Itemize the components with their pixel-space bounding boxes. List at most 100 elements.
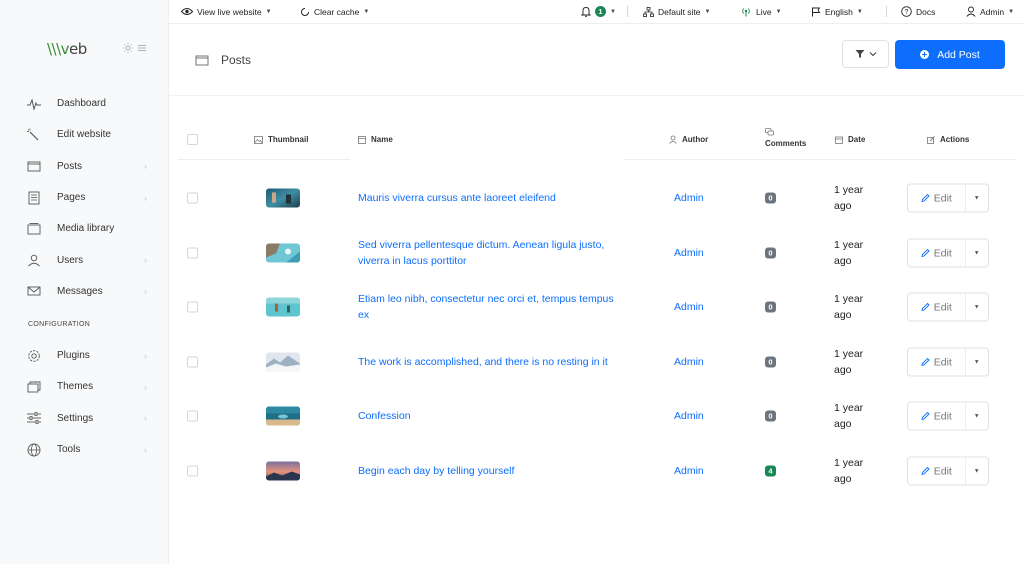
chevron-right-icon: › (144, 255, 147, 266)
layers-icon (27, 380, 41, 394)
sidebar-item-messages[interactable]: Messages › (0, 276, 169, 307)
checkbox[interactable] (187, 134, 198, 145)
sidebar-item-label: Tools (57, 444, 81, 456)
row-checkbox[interactable] (187, 356, 198, 368)
column-comments[interactable]: Comments (765, 128, 806, 148)
config-nav: Plugins › Themes › Settings › Tools › (0, 340, 169, 465)
post-author-link[interactable]: Admin (674, 465, 704, 477)
edit-button[interactable]: Edit (908, 240, 965, 267)
column-label: Comments (765, 139, 807, 148)
edit-dropdown-toggle[interactable]: ▼ (964, 293, 988, 321)
docs-link[interactable]: ? Docs (901, 0, 935, 23)
eye-icon (181, 7, 193, 16)
sidebar-item-pages[interactable]: Pages › (0, 182, 169, 213)
clear-cache-button[interactable]: Clear cache ▼ (300, 0, 369, 23)
column-author[interactable]: Author (669, 135, 708, 144)
chevron-right-icon: › (144, 381, 147, 392)
table-row: Mauris viverra cursus ante laoreet eleif… (178, 171, 1016, 226)
post-title-link[interactable]: The work is accomplished, and there is n… (358, 354, 618, 370)
edit-button[interactable]: Edit (908, 185, 965, 212)
chevron-down-icon (869, 51, 877, 57)
top-bar: View live website ▼ Clear cache ▼ 1 ▼ De… (169, 0, 1024, 24)
post-title-link[interactable]: Begin each day by telling yourself (358, 463, 618, 479)
column-thumbnail: Thumbnail (254, 135, 308, 144)
sidebar-item-plugins[interactable]: Plugins › (0, 340, 169, 371)
sun-icon[interactable] (123, 43, 133, 53)
column-date[interactable]: Date (835, 135, 865, 144)
edit-button[interactable]: Edit (908, 458, 965, 485)
edit-dropdown-toggle[interactable]: ▼ (964, 457, 988, 485)
sidebar-item-dashboard[interactable]: Dashboard (0, 88, 169, 119)
row-checkbox[interactable] (187, 192, 198, 204)
edit-dropdown-toggle[interactable]: ▼ (964, 402, 988, 430)
table-row: The work is accomplished, and there is n… (178, 335, 1016, 390)
post-thumbnail[interactable] (266, 243, 300, 263)
post-thumbnail[interactable] (266, 352, 300, 372)
post-author-link[interactable]: Admin (674, 247, 704, 259)
caret-down-icon: ▼ (973, 468, 980, 475)
post-title-link[interactable]: Mauris viverra cursus ante laoreet eleif… (358, 190, 618, 206)
sidebar-item-label: Edit website (57, 129, 111, 141)
post-thumbnail[interactable] (266, 406, 300, 426)
pencil-icon (921, 412, 930, 421)
edit-button-group: Edit ▼ (907, 401, 989, 431)
caret-down-icon: ▼ (1008, 8, 1015, 15)
edit-dropdown-toggle[interactable]: ▼ (964, 184, 988, 212)
post-title-link[interactable]: Confession (358, 408, 618, 424)
add-post-button[interactable]: Add Post (895, 40, 1005, 69)
post-author-link[interactable]: Admin (674, 301, 704, 313)
image-icon (254, 135, 263, 144)
post-thumbnail[interactable] (266, 461, 300, 481)
pencil-icon (921, 303, 930, 312)
logo[interactable]: \\\veb (47, 40, 87, 58)
view-live-website-button[interactable]: View live website ▼ (181, 0, 272, 23)
sidebar-item-label: Pages (57, 192, 86, 204)
post-date: 1 year ago (834, 239, 864, 268)
chevron-right-icon: › (144, 286, 147, 297)
pencil-icon (921, 249, 930, 258)
sidebar-item-label: Settings (57, 412, 94, 424)
row-checkbox[interactable] (187, 301, 198, 313)
row-checkbox[interactable] (187, 410, 198, 422)
filter-button[interactable] (842, 40, 889, 68)
clear-cache-label: Clear cache (314, 6, 360, 17)
post-author-link[interactable]: Admin (674, 410, 704, 422)
sidebar-item-themes[interactable]: Themes › (0, 371, 169, 402)
edit-button[interactable]: Edit (908, 349, 965, 376)
edit-dropdown-toggle[interactable]: ▼ (964, 348, 988, 376)
sidebar-item-media-library[interactable]: Media library (0, 213, 169, 244)
notifications-button[interactable]: 1 ▼ (581, 0, 616, 23)
menu-icon[interactable] (137, 43, 147, 53)
sidebar-item-edit-website[interactable]: Edit website (0, 119, 169, 150)
select-all-checkbox[interactable] (187, 134, 198, 145)
folder-icon (195, 54, 209, 66)
sidebar-item-users[interactable]: Users › (0, 244, 169, 275)
row-checkbox[interactable] (187, 465, 198, 477)
page-header: Posts Add Post (169, 24, 1024, 96)
sidebar-item-tools[interactable]: Tools › (0, 434, 169, 465)
post-thumbnail[interactable] (266, 297, 300, 317)
broadcast-icon (740, 7, 752, 17)
language-selector[interactable]: English ▼ (811, 0, 863, 23)
post-title-link[interactable]: Sed viverra pellentesque dictum. Aenean … (358, 237, 618, 269)
post-thumbnail[interactable] (266, 188, 300, 208)
sidebar-item-settings[interactable]: Settings › (0, 403, 169, 434)
site-label: Default site (658, 6, 701, 17)
user-menu[interactable]: Admin ▼ (966, 0, 1014, 23)
row-checkbox[interactable] (187, 247, 198, 259)
site-selector[interactable]: Default site ▼ (643, 0, 710, 23)
edit-button-group: Edit ▼ (907, 456, 989, 486)
post-author-link[interactable]: Admin (674, 356, 704, 368)
chevron-right-icon: › (144, 444, 147, 455)
nav-section-configuration: CONFIGURATION (28, 321, 91, 328)
post-title-link[interactable]: Etiam leo nibh, consectetur nec orci et,… (358, 291, 618, 323)
comments-count-badge: 0 (765, 410, 776, 422)
sidebar-item-posts[interactable]: Posts › (0, 151, 169, 182)
edit-button[interactable]: Edit (908, 294, 965, 321)
edit-button[interactable]: Edit (908, 403, 965, 430)
edit-dropdown-toggle[interactable]: ▼ (964, 239, 988, 267)
live-status-selector[interactable]: Live ▼ (740, 0, 782, 23)
logo-text: eb (69, 40, 87, 58)
column-name[interactable]: Name (358, 135, 393, 144)
post-author-link[interactable]: Admin (674, 192, 704, 204)
